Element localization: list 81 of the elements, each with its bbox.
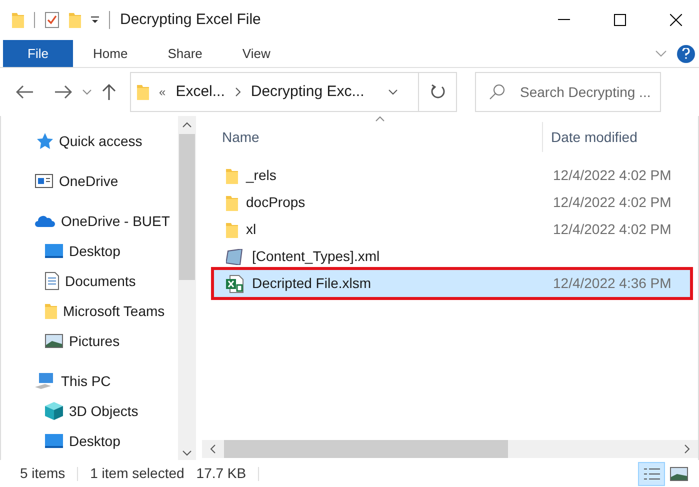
- search-field[interactable]: Search Decrypting ...: [475, 72, 661, 112]
- star-icon: [35, 133, 53, 149]
- nav-item[interactable]: Desktop: [1, 426, 178, 456]
- folder-icon: [45, 303, 57, 319]
- properties-icon[interactable]: [45, 12, 59, 28]
- search-icon: [489, 84, 505, 100]
- nav-item[interactable]: Microsoft Teams: [1, 296, 178, 326]
- folder-icon: [226, 168, 238, 184]
- column-header[interactable]: Date modified: [543, 126, 638, 148]
- help-icon[interactable]: [677, 44, 695, 62]
- window-icon: [35, 174, 53, 188]
- desktop-icon: [45, 434, 63, 448]
- cloud-icon: [35, 215, 55, 227]
- list-icon: [644, 468, 660, 480]
- vertical-scrollbar[interactable]: [178, 116, 196, 460]
- nav-item[interactable]: OneDrive - BUET: [1, 206, 178, 236]
- file-row[interactable]: xl 12/4/2022 4:02 PM: [214, 216, 690, 243]
- ribbon-tab[interactable]: View: [222, 40, 290, 67]
- ribbon-tab[interactable]: Share: [148, 40, 222, 67]
- document-icon: [45, 272, 59, 290]
- nav-item[interactable]: Quick access: [1, 126, 178, 156]
- close-icon: [670, 14, 682, 26]
- nav-item[interactable]: Desktop: [1, 236, 178, 266]
- horizontal-scrollbar[interactable]: [202, 440, 698, 458]
- selection-status: 1 item selected: [89, 464, 186, 483]
- scroll-right-icon[interactable]: [684, 444, 690, 454]
- file-row[interactable]: Decripted File.xlsm 12/4/2022 4:36 PM: [214, 270, 690, 297]
- folder-icon: [226, 194, 238, 210]
- nav-item[interactable]: OneDrive: [1, 166, 178, 196]
- chevron-down-icon[interactable]: [388, 89, 398, 95]
- file-name: [Content_Types].xml: [252, 247, 380, 266]
- scroll-down-icon[interactable]: [182, 450, 192, 456]
- breadcrumb[interactable]: Decrypting Exc...: [250, 80, 364, 104]
- back-arrow-icon[interactable]: [16, 85, 34, 99]
- nav-item[interactable]: Pictures: [1, 326, 178, 356]
- ribbon-tab[interactable]: Home: [73, 40, 148, 67]
- file-row[interactable]: [Content_Types].xml: [214, 243, 690, 270]
- date-modified: 12/4/2022 4:02 PM: [552, 220, 672, 239]
- folder-icon: [12, 12, 24, 28]
- spreadsheet-file-icon: [226, 274, 244, 292]
- file-row[interactable]: _rels 12/4/2022 4:02 PM: [214, 162, 690, 189]
- address-bar[interactable]: « Excel... Decrypting Exc...: [130, 72, 457, 112]
- nav-item[interactable]: Documents: [1, 266, 178, 296]
- computer-icon: [35, 373, 55, 389]
- details-view-button[interactable]: [638, 462, 665, 486]
- new-folder-icon: [69, 12, 81, 28]
- column-header[interactable]: Name: [202, 126, 542, 148]
- folder-icon: [226, 222, 238, 238]
- chevron-down-icon[interactable]: [82, 89, 92, 95]
- file-icon: [226, 248, 244, 264]
- file-name: _rels: [246, 166, 276, 185]
- date-modified: 12/4/2022 4:36 PM: [552, 274, 672, 293]
- minimize-icon: [558, 19, 570, 21]
- picture-icon: [45, 334, 63, 348]
- up-arrow-icon[interactable]: [102, 83, 116, 101]
- date-modified: 12/4/2022 4:02 PM: [552, 166, 672, 185]
- file-row[interactable]: docProps 12/4/2022 4:02 PM: [214, 189, 690, 216]
- cube-icon: [45, 402, 63, 420]
- nav-item[interactable]: 3D Objects: [1, 396, 178, 426]
- chevron-right-icon: [234, 87, 241, 97]
- dropdown-icon[interactable]: [91, 16, 99, 24]
- nav-item[interactable]: This PC: [1, 366, 178, 396]
- selection-size: 17.7 KB: [196, 464, 248, 483]
- breadcrumb[interactable]: Excel...: [176, 80, 225, 104]
- scroll-up-icon[interactable]: [182, 122, 192, 128]
- ribbon-tab[interactable]: File: [3, 40, 73, 67]
- refresh-icon: [430, 84, 446, 100]
- file-name: docProps: [246, 193, 306, 212]
- overflow-chevron[interactable]: «: [159, 83, 166, 101]
- date-modified: 12/4/2022 4:02 PM: [552, 193, 672, 212]
- file-name: xl: [246, 220, 256, 239]
- file-name: Decripted File.xlsm: [252, 274, 372, 293]
- picture-icon: [670, 466, 688, 480]
- maximize-icon: [614, 14, 626, 26]
- sort-caret-icon: [375, 116, 385, 122]
- desktop-icon: [45, 244, 63, 258]
- folder-icon: [137, 84, 149, 100]
- scroll-left-icon[interactable]: [210, 444, 216, 454]
- window-title: Decrypting Excel File: [120, 10, 261, 30]
- forward-arrow-icon[interactable]: [54, 85, 72, 99]
- item-count: 5 items: [19, 464, 66, 483]
